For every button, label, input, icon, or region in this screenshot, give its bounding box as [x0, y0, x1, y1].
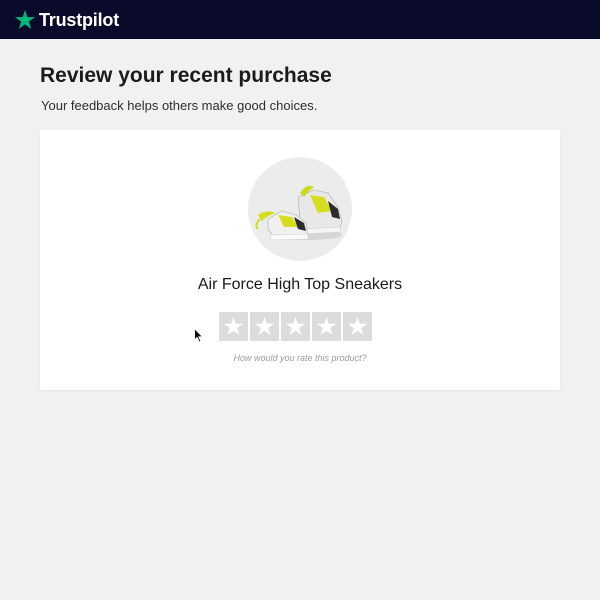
trustpilot-logo[interactable]: Trustpilot [14, 8, 119, 32]
product-name: Air Force High Top Sneakers [197, 276, 403, 293]
sneakers-image [255, 185, 343, 241]
page-title: Review your recent purchase [40, 64, 332, 87]
star-icon [254, 316, 275, 335]
star-icon [347, 316, 368, 335]
star-rating-5-button[interactable] [343, 312, 372, 341]
rating-prompt: How would you rate this product? [233, 353, 367, 363]
star-rating-2-button[interactable] [250, 312, 279, 341]
mouse-pointer-icon [194, 328, 204, 343]
star-icon [14, 9, 36, 29]
product-image [248, 157, 352, 261]
review-card: Air Force High Top Sneakers How would yo… [40, 130, 560, 390]
star-icon [316, 316, 337, 335]
star-rating-4-button[interactable] [312, 312, 341, 341]
star-rating-3-button[interactable] [281, 312, 310, 341]
star-rating [219, 312, 372, 341]
star-icon [285, 316, 306, 335]
star-icon [223, 316, 244, 335]
star-rating-1-button[interactable] [219, 312, 248, 341]
page-subtitle: Your feedback helps others make good cho… [41, 98, 318, 113]
brand-name: Trustpilot [39, 9, 119, 30]
top-navigation-bar: Trustpilot [0, 0, 600, 39]
